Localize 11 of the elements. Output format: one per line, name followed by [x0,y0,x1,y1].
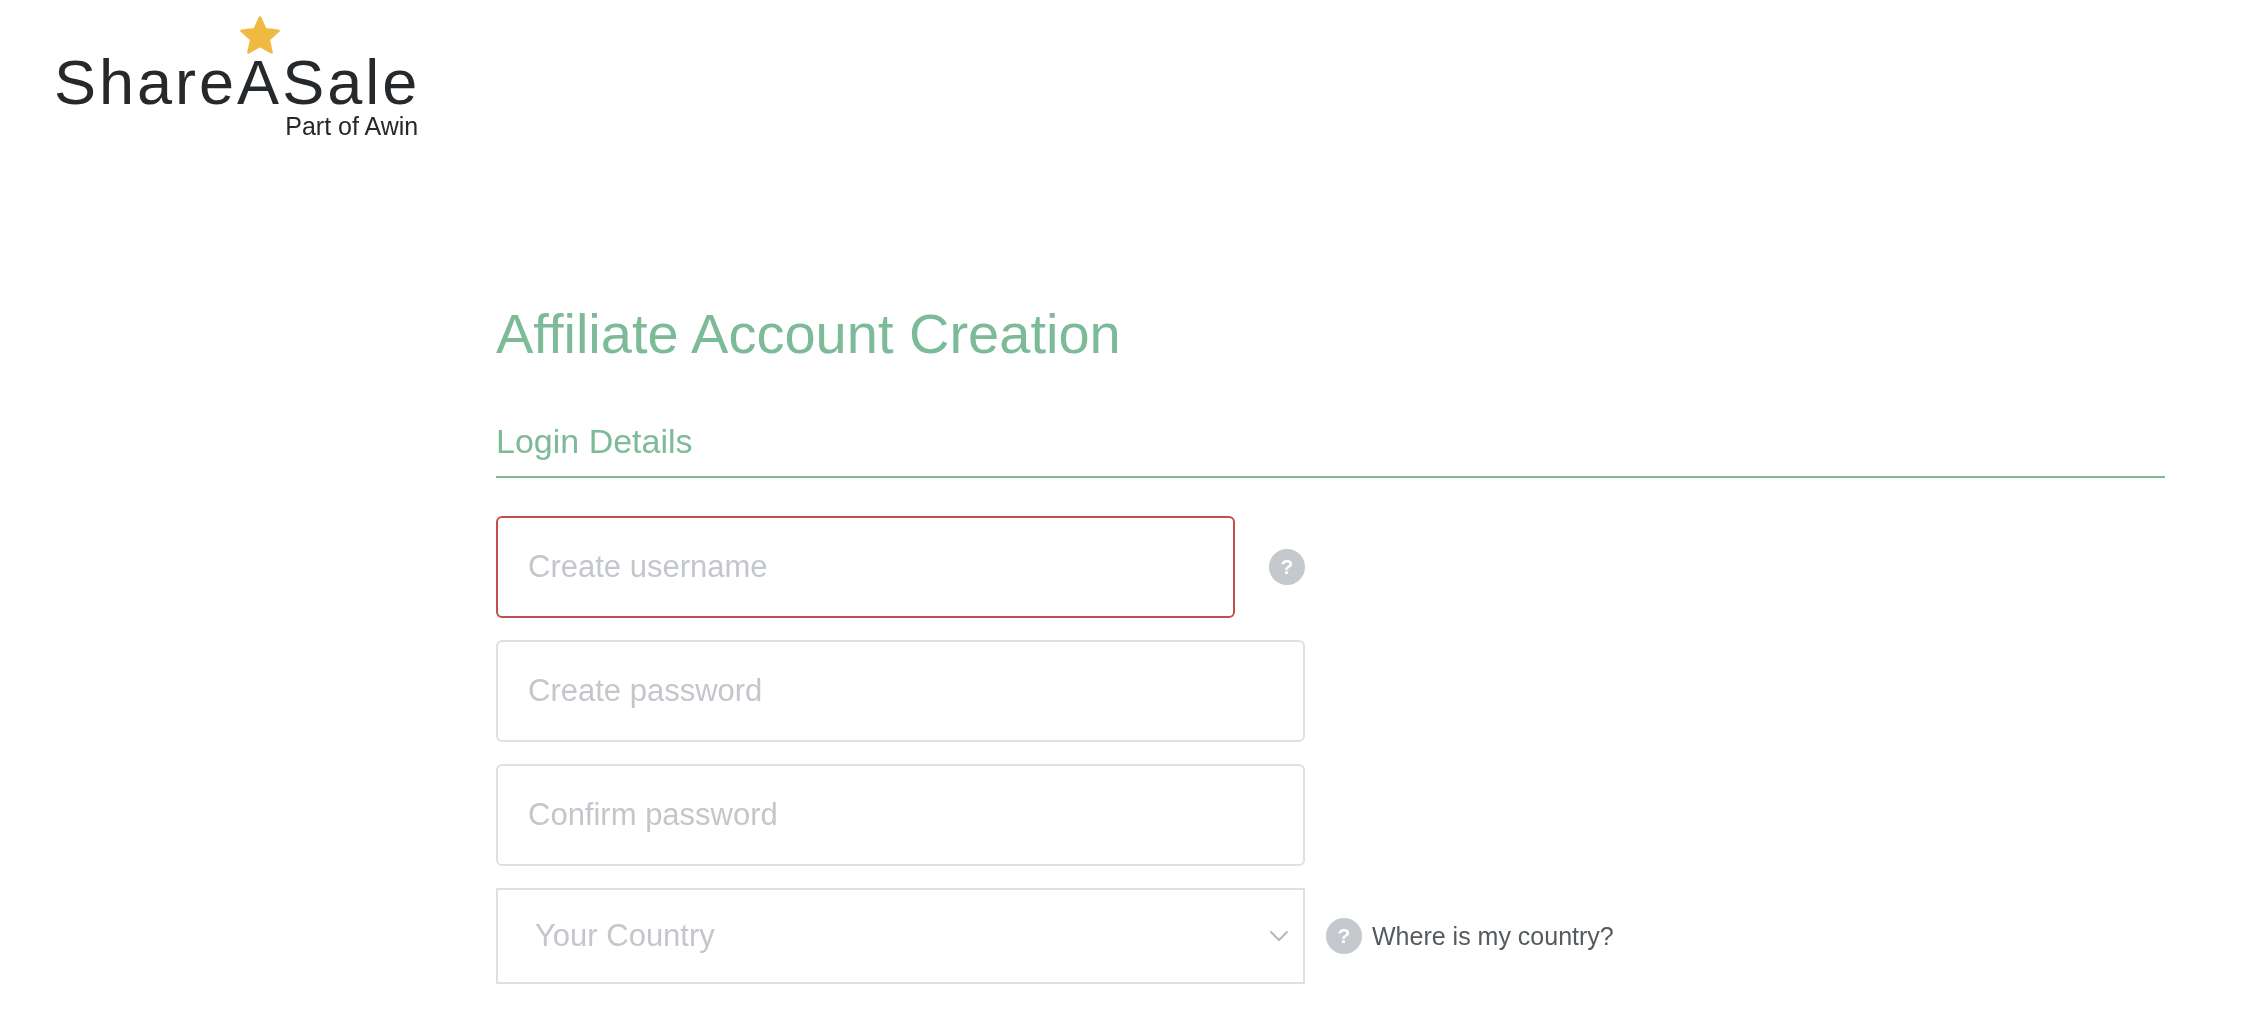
country-help-link[interactable]: Where is my country? [1372,921,1614,951]
input-field[interactable]: Create username [496,516,1235,618]
logo-tagline: Part of Awin [285,112,419,140]
logo-text: ShareASale [54,54,421,110]
page-title: Affiliate Account Creation [496,301,1121,367]
star-icon [240,16,280,54]
help-icon[interactable]: ? [1269,549,1305,585]
help-icon[interactable]: ? [1326,918,1362,954]
chevron-down-icon [1269,930,1289,942]
dropdown-field[interactable]: Your Country [496,888,1305,984]
section-title: Login Details [496,421,693,461]
